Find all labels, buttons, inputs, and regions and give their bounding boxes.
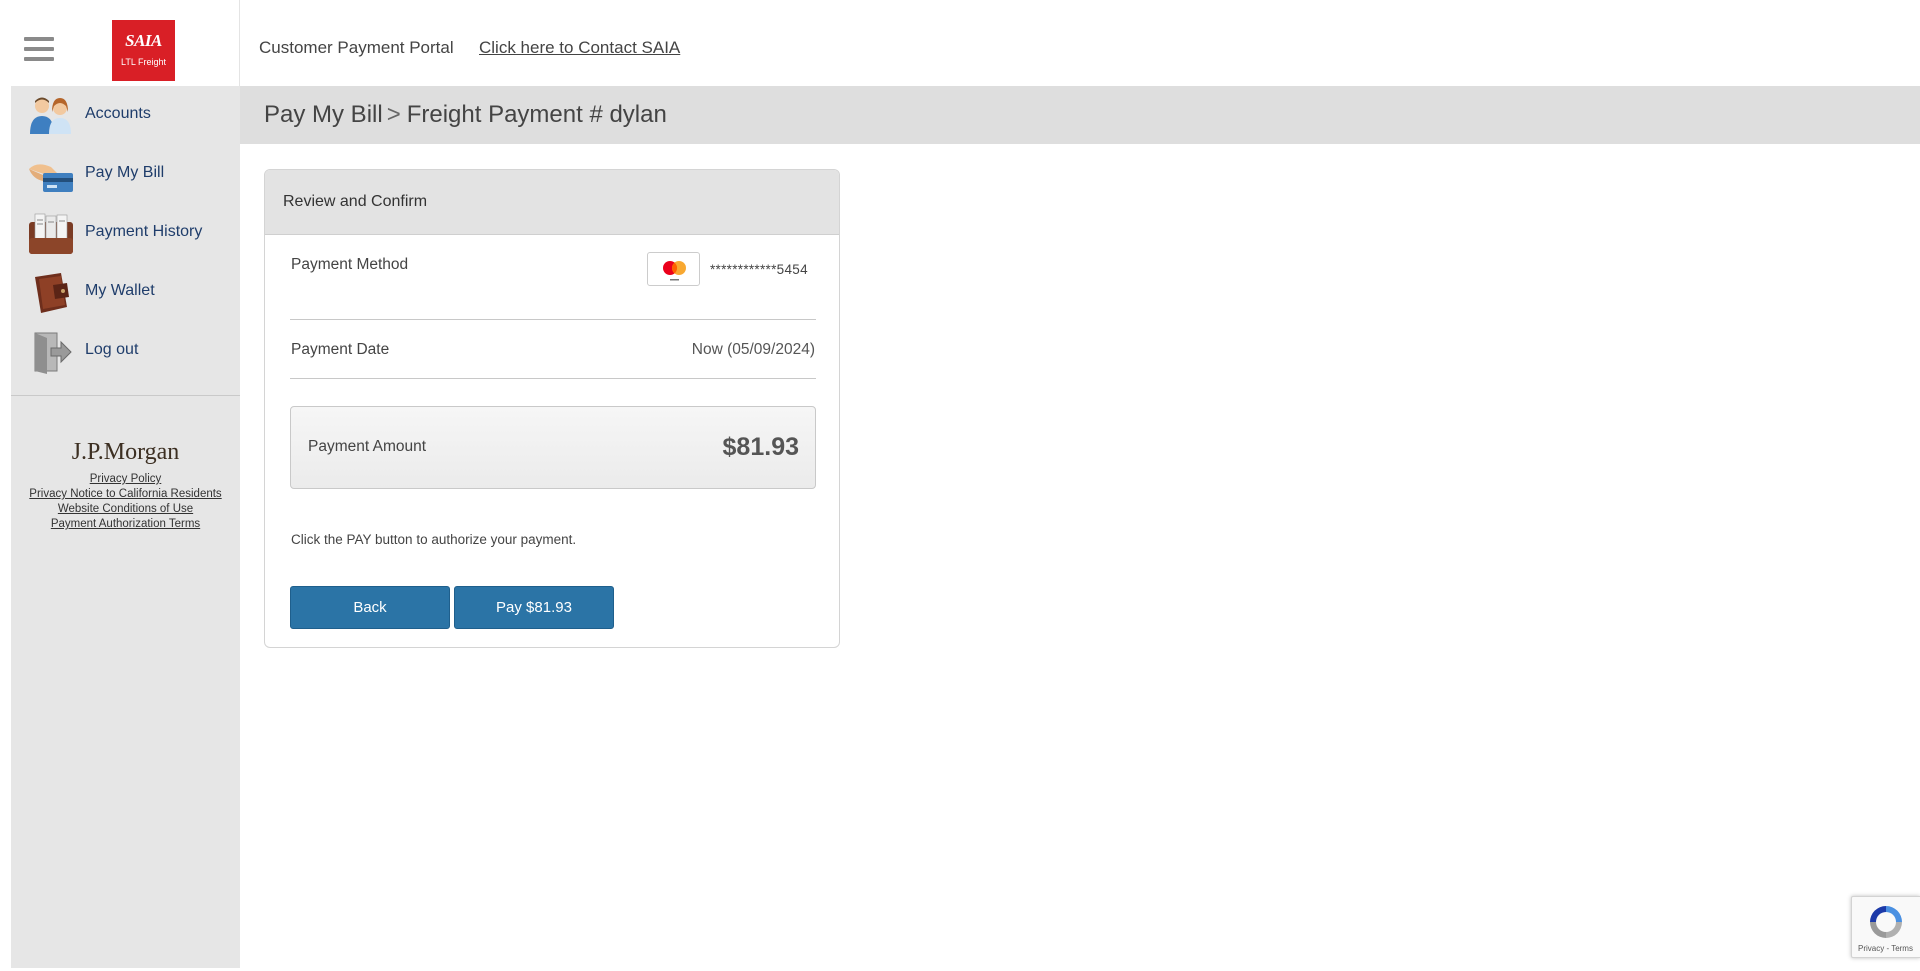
sidebar-item-pay-my-bill[interactable]: Pay My Bill xyxy=(11,146,240,200)
authorize-instructions: Click the PAY button to authorize your p… xyxy=(291,532,577,547)
california-privacy-link[interactable]: Privacy Notice to California Residents xyxy=(11,488,240,500)
payment-date-value: Now (05/09/2024) xyxy=(691,341,815,358)
header-divider xyxy=(239,0,240,86)
top-header: SAIA LTL Freight Customer Payment Portal… xyxy=(0,0,1920,86)
card-number-masked: ************5454 xyxy=(710,262,808,277)
sidebar-item-log-out[interactable]: Log out xyxy=(11,323,240,377)
sidebar-item-label: My Wallet xyxy=(85,282,155,299)
sidebar-item-my-wallet[interactable]: My Wallet xyxy=(11,264,240,318)
pay-bill-icon xyxy=(29,164,73,192)
sidebar: Accounts Pay My Bill Payment History My … xyxy=(11,86,240,968)
payment-date-label: Payment Date xyxy=(291,341,390,358)
sidebar-item-accounts[interactable]: Accounts xyxy=(11,87,240,141)
website-conditions-link[interactable]: Website Conditions of Use xyxy=(11,503,240,515)
card-header: Review and Confirm xyxy=(265,170,839,235)
pay-button[interactable]: Pay $81.93 xyxy=(454,586,614,629)
sidebar-item-label: Pay My Bill xyxy=(85,164,165,181)
portal-title: Customer Payment Portal xyxy=(259,38,454,57)
saia-logo[interactable]: SAIA LTL Freight xyxy=(112,20,175,81)
payment-amount-box: Payment Amount $81.93 xyxy=(290,406,816,489)
payment-amount-value: $81.93 xyxy=(722,433,799,461)
sidebar-item-label: Payment History xyxy=(85,223,203,240)
card-title: Review and Confirm xyxy=(283,193,428,210)
logout-icon xyxy=(34,332,72,374)
sidebar-divider xyxy=(11,395,240,396)
menu-icon[interactable] xyxy=(24,37,54,65)
payment-authorization-terms-link[interactable]: Payment Authorization Terms xyxy=(11,518,240,530)
sidebar-item-payment-history[interactable]: Payment History xyxy=(11,205,240,259)
recaptcha-icon xyxy=(1870,906,1902,938)
back-button[interactable]: Back xyxy=(290,586,450,629)
row-divider xyxy=(290,319,816,320)
breadcrumb: Pay My Bill > Freight Payment # dylan xyxy=(240,86,1920,144)
recaptcha-badge[interactable]: Privacy - Terms xyxy=(1851,896,1920,958)
review-confirm-card: Review and Confirm Payment Method ******… xyxy=(264,169,840,648)
sidebar-item-label: Accounts xyxy=(85,105,151,122)
recaptcha-links[interactable]: Privacy - Terms xyxy=(1858,944,1913,953)
mastercard-icon xyxy=(647,252,700,286)
payment-history-icon xyxy=(29,213,73,254)
payment-method-label: Payment Method xyxy=(291,256,409,273)
contact-saia-link[interactable]: Click here to Contact SAIA xyxy=(479,38,680,58)
breadcrumb-separator: > xyxy=(386,101,401,128)
row-divider xyxy=(290,378,816,379)
logo-text: SAIA xyxy=(125,31,162,50)
page-title: Pay My Bill > Freight Payment # dylan xyxy=(264,101,667,129)
payment-amount-label: Payment Amount xyxy=(308,438,427,455)
sidebar-item-label: Log out xyxy=(85,341,139,358)
privacy-policy-link[interactable]: Privacy Policy xyxy=(11,473,240,485)
jpmorgan-logo: J.P.Morgan xyxy=(71,439,180,465)
breadcrumb-current: Freight Payment # dylan xyxy=(406,101,667,128)
breadcrumb-parent[interactable]: Pay My Bill xyxy=(264,101,383,128)
accounts-icon xyxy=(30,97,71,134)
logo-subtext: LTL Freight xyxy=(120,57,167,67)
wallet-icon xyxy=(35,273,69,313)
